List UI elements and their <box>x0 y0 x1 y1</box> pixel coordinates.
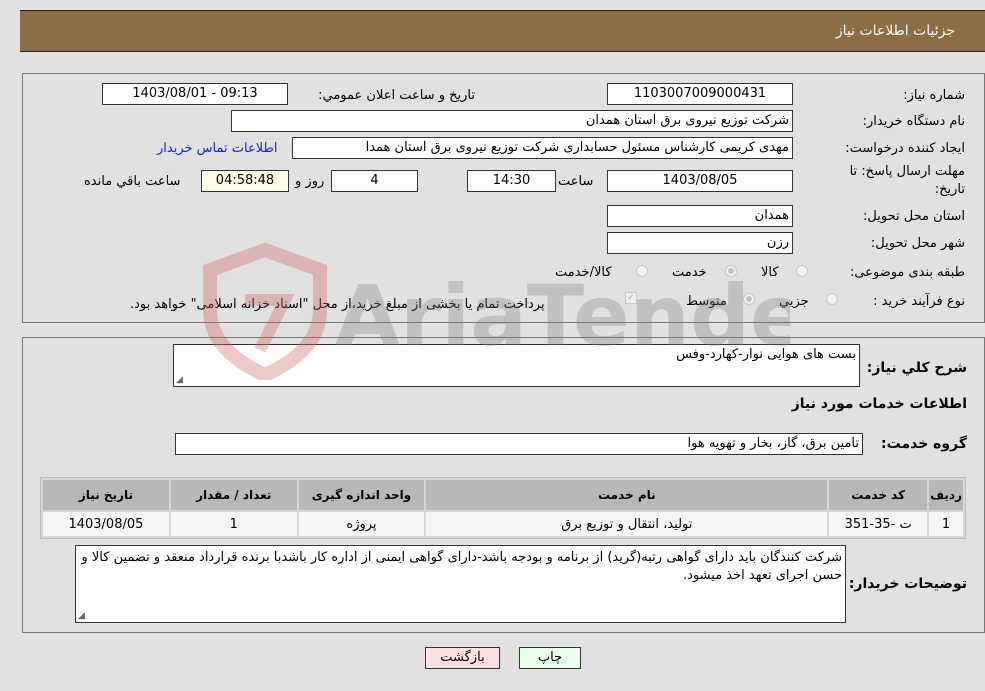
category-radio-goods-service[interactable] <box>636 265 648 277</box>
purchase-type-label: نوع فرآیند خرید : <box>873 294 965 309</box>
cell-need-date: 1403/08/05 <box>43 512 169 536</box>
buyer-notes-text: شرکت کنندگان باید دارای گواهی رتبه(گرید)… <box>81 550 842 583</box>
col-header-quantity: تعداد / مقدار <box>170 480 297 510</box>
summary-text: بست های هوایی نوار-کهارد-وفس <box>676 347 856 362</box>
col-header-need-date: تاریخ نیاز <box>43 480 169 510</box>
deadline-label-date: تاریخ: <box>934 182 965 197</box>
col-header-unit: واحد اندازه گیری <box>298 480 425 510</box>
deadline-time-field: 14:30 <box>467 170 556 192</box>
delivery-province-field: همدان <box>607 205 793 227</box>
purchase-option-medium: متوسط <box>686 294 727 309</box>
service-group-field: تامین برق، گاز، بخار و تهویه هوا <box>175 433 863 455</box>
resize-grip-icon[interactable]: ◢ <box>176 375 183 385</box>
table-header-row: ردیف کد خدمت نام خدمت واحد اندازه گیری ت… <box>43 480 963 510</box>
cell-quantity: 1 <box>170 512 297 536</box>
category-radio-service[interactable] <box>725 265 737 277</box>
cell-unit: پروژه <box>298 512 425 536</box>
treasury-note: پرداخت تمام یا بخشی از مبلغ خرید،از محل … <box>130 297 545 312</box>
col-header-service-name: نام خدمت <box>426 480 828 510</box>
deadline-label: مهلت ارسال پاسخ: تا <box>849 164 965 179</box>
remaining-days-field: 4 <box>331 170 418 192</box>
need-number-field: 1103007009000431 <box>607 83 793 105</box>
delivery-province-label: استان محل تحویل: <box>863 209 965 224</box>
buyer-org-label: نام دستگاه خریدار: <box>862 114 965 129</box>
treasury-checkbox[interactable]: ✓ <box>625 292 637 304</box>
category-radio-goods[interactable] <box>796 265 808 277</box>
purchase-option-minor: جزيي <box>779 294 809 309</box>
purchase-radio-medium[interactable] <box>743 293 755 305</box>
announce-datetime-field: 1403/08/01 - 09:13 <box>102 83 288 105</box>
remaining-time-field: 04:58:48 <box>201 170 289 192</box>
category-label: طبقه بندی موضوعی: <box>849 265 965 280</box>
deadline-time-label: ساعت <box>558 174 594 189</box>
requester-label: ایجاد کننده درخواست: <box>845 141 965 156</box>
back-button[interactable]: بازگشت <box>425 647 500 669</box>
page-title: جزئیات اطلاعات نیاز <box>835 23 955 39</box>
buyer-notes-label: توضیحات خریدار: <box>848 576 967 592</box>
remaining-time-label: ساعت باقي مانده <box>84 174 181 189</box>
purchase-radio-minor[interactable] <box>826 293 838 305</box>
cell-service-code: ت -35-351 <box>829 512 928 536</box>
buyer-notes-field[interactable]: شرکت کنندگان باید دارای گواهی رتبه(گرید)… <box>75 545 846 623</box>
summary-label: شرح کلي نیاز: <box>866 360 967 376</box>
table-row: 1 ت -35-351 تولید، انتقال و توزیع برق پر… <box>43 512 963 536</box>
cell-service-name: تولید، انتقال و توزیع برق <box>426 512 828 536</box>
deadline-date-field: 1403/08/05 <box>607 170 793 192</box>
cell-row-number: 1 <box>929 512 963 536</box>
days-label: روز و <box>295 174 325 189</box>
delivery-city-field: رزن <box>607 232 793 254</box>
category-option-goods-service: کالا/خدمت <box>555 265 612 280</box>
need-number-label: شماره نیاز: <box>903 88 965 103</box>
buyer-contact-link[interactable]: اطلاعات تماس خریدار <box>157 141 277 156</box>
print-button[interactable]: چاپ <box>519 647 581 669</box>
category-option-goods: کالا <box>761 265 779 280</box>
announce-datetime-label: تاریخ و ساعت اعلان عمومي: <box>318 88 475 103</box>
service-group-label: گروه خدمت: <box>881 436 967 452</box>
col-header-row-number: ردیف <box>929 480 963 510</box>
services-table: ردیف کد خدمت نام خدمت واحد اندازه گیری ت… <box>40 477 966 539</box>
services-heading: اطلاعات خدمات مورد نیاز <box>791 396 967 412</box>
col-header-service-code: کد خدمت <box>829 480 928 510</box>
page-header: جزئیات اطلاعات نیاز <box>20 10 985 52</box>
category-option-service: خدمت <box>672 265 707 280</box>
delivery-city-label: شهر محل تحویل: <box>870 236 965 251</box>
resize-grip-icon[interactable]: ◢ <box>78 611 85 621</box>
summary-field[interactable]: بست های هوایی نوار-کهارد-وفس ◢ <box>173 344 860 387</box>
buyer-org-field: شرکت توزیع نیروی برق استان همدان <box>231 110 793 132</box>
requester-field: مهدی کریمی کارشناس مسئول حسابداری شرکت ت… <box>292 137 793 159</box>
